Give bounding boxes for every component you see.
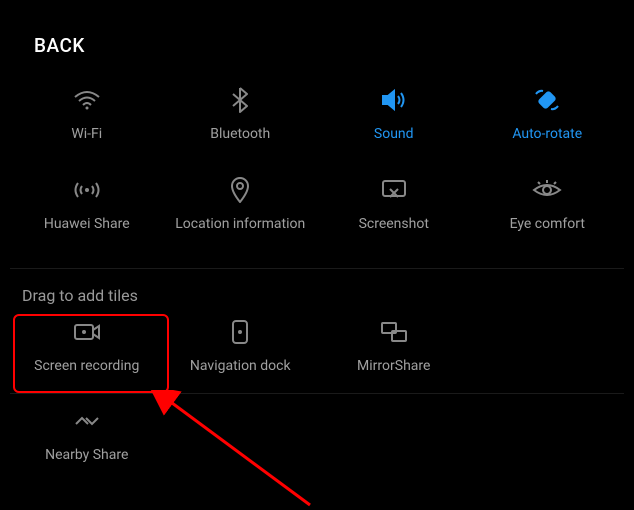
- eye-icon: [532, 176, 562, 204]
- tile-mirrorshare[interactable]: MirrorShare: [317, 318, 471, 374]
- divider: [10, 268, 624, 269]
- empty-slot: [471, 407, 625, 463]
- mirrorshare-icon: [380, 318, 408, 346]
- tile-bluetooth[interactable]: Bluetooth: [164, 86, 318, 142]
- tile-label: Nearby Share: [45, 447, 128, 463]
- tile-screenshot[interactable]: Screenshot: [317, 176, 471, 232]
- active-tiles-row-1: Wi-Fi Bluetooth Sound Auto-rotate: [0, 86, 634, 142]
- empty-slot: [164, 407, 318, 463]
- available-tiles-row-2: Nearby Share: [0, 407, 634, 463]
- divider: [10, 393, 624, 394]
- empty-slot: [317, 407, 471, 463]
- screen-recording-icon: [73, 318, 101, 346]
- tile-navigation-dock[interactable]: Navigation dock: [164, 318, 318, 374]
- huawei-share-icon: [72, 176, 102, 204]
- tile-label: Location information: [175, 216, 305, 232]
- tile-autorotate[interactable]: Auto-rotate: [471, 86, 625, 142]
- sound-icon: [380, 86, 408, 114]
- bluetooth-icon: [231, 86, 249, 114]
- back-button[interactable]: BACK: [34, 34, 85, 57]
- tile-label: Eye comfort: [510, 216, 585, 232]
- tile-label: Screenshot: [359, 216, 429, 232]
- tile-huawei-share[interactable]: Huawei Share: [10, 176, 164, 232]
- tile-label: MirrorShare: [357, 358, 430, 374]
- tile-label: Wi-Fi: [71, 126, 102, 142]
- tile-label: Huawei Share: [44, 216, 130, 232]
- tile-sound[interactable]: Sound: [317, 86, 471, 142]
- drag-to-add-title: Drag to add tiles: [22, 286, 138, 305]
- tile-label: Auto-rotate: [512, 126, 582, 142]
- location-icon: [230, 176, 250, 204]
- navigation-dock-icon: [231, 318, 249, 346]
- tile-label: Screen recording: [34, 358, 139, 374]
- tile-label: Navigation dock: [190, 358, 291, 374]
- tile-location[interactable]: Location information: [164, 176, 318, 232]
- tile-wifi[interactable]: Wi-Fi: [10, 86, 164, 142]
- tile-nearby-share[interactable]: Nearby Share: [10, 407, 164, 463]
- tile-eye-comfort[interactable]: Eye comfort: [471, 176, 625, 232]
- active-tiles-row-2: Huawei Share Location information Screen…: [0, 176, 634, 232]
- nearby-share-icon: [73, 407, 101, 435]
- available-tiles-row-1: Screen recording Navigation dock MirrorS…: [0, 318, 634, 374]
- screenshot-icon: [380, 176, 408, 204]
- tile-label: Sound: [374, 126, 414, 142]
- tile-screen-recording[interactable]: Screen recording: [10, 318, 164, 374]
- empty-slot: [471, 318, 625, 374]
- wifi-icon: [73, 86, 101, 114]
- autorotate-icon: [533, 86, 561, 114]
- tile-label: Bluetooth: [210, 126, 270, 142]
